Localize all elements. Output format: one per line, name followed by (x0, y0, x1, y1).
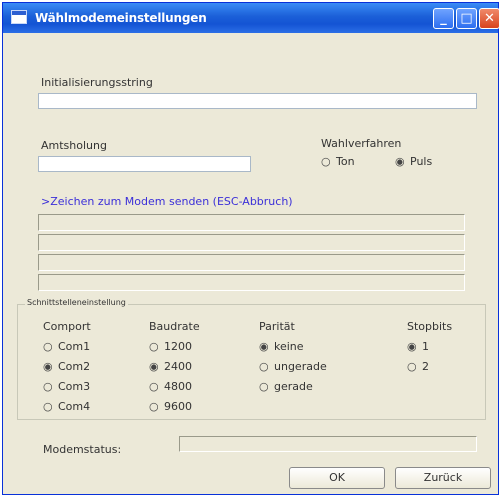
comport-option-com1[interactable]: ○ Com1 (43, 340, 90, 353)
baud-option-4800[interactable]: ○ 4800 (149, 380, 192, 393)
parity-option-gerade[interactable]: ○ gerade (259, 380, 313, 393)
radio-selected-icon: ◉ (149, 360, 159, 373)
modem-status-field (179, 436, 477, 452)
radio-unselected-icon: ○ (321, 155, 331, 168)
init-string-label: Initialisierungsstring (41, 76, 153, 89)
radio-unselected-icon: ○ (149, 340, 159, 353)
modem-status-label: Modemstatus: (43, 443, 122, 456)
close-button[interactable]: ✕ (479, 8, 500, 29)
modem-settings-window: Wählmodemeinstellungen _ □ ✕ Initialisie… (2, 2, 500, 495)
parity-label: Parität (259, 320, 295, 333)
baud-option-1200[interactable]: ○ 1200 (149, 340, 192, 353)
serial-settings-title: Schnittstelleneinstellung (25, 298, 128, 307)
baudrate-label: Baudrate (149, 320, 200, 333)
amtsholung-input[interactable] (38, 156, 251, 172)
modem-output-line (38, 234, 465, 251)
radio-selected-icon: ◉ (395, 155, 405, 168)
radio-unselected-icon: ○ (149, 380, 159, 393)
baud-option-9600[interactable]: ○ 9600 (149, 400, 192, 413)
radio-unselected-icon: ○ (259, 380, 269, 393)
maximize-button[interactable]: □ (456, 8, 477, 29)
modem-output-line (38, 254, 465, 271)
window-title: Wählmodemeinstellungen (35, 11, 207, 25)
dial-option-puls[interactable]: ◉ Puls (395, 155, 432, 168)
minimize-button[interactable]: _ (433, 8, 454, 29)
comport-label: Comport (43, 320, 91, 333)
ok-button[interactable]: OK (289, 467, 385, 489)
title-bar[interactable]: Wählmodemeinstellungen _ □ ✕ (3, 3, 500, 33)
stopbits-label: Stopbits (407, 320, 453, 333)
dial-option-ton[interactable]: ○ Ton (321, 155, 355, 168)
dial-method-label: Wahlverfahren (321, 137, 402, 150)
radio-selected-icon: ◉ (259, 340, 269, 353)
radio-unselected-icon: ○ (149, 400, 159, 413)
amtsholung-label: Amtsholung (41, 139, 107, 152)
back-button[interactable]: Zurück (395, 467, 491, 489)
init-string-input[interactable] (38, 93, 477, 109)
stopbits-option-1[interactable]: ◉ 1 (407, 340, 429, 353)
stopbits-option-2[interactable]: ○ 2 (407, 360, 429, 373)
radio-unselected-icon: ○ (43, 400, 53, 413)
modem-output-line (38, 274, 465, 291)
radio-unselected-icon: ○ (43, 340, 53, 353)
radio-selected-icon: ◉ (407, 340, 417, 353)
radio-unselected-icon: ○ (259, 360, 269, 373)
comport-option-com2[interactable]: ◉ Com2 (43, 360, 90, 373)
modem-output-line (38, 214, 465, 231)
parity-option-ungerade[interactable]: ○ ungerade (259, 360, 327, 373)
send-to-modem-label: >Zeichen zum Modem senden (ESC-Abbruch) (41, 195, 293, 208)
parity-option-keine[interactable]: ◉ keine (259, 340, 304, 353)
comport-option-com3[interactable]: ○ Com3 (43, 380, 90, 393)
baud-option-2400[interactable]: ◉ 2400 (149, 360, 192, 373)
radio-unselected-icon: ○ (407, 360, 417, 373)
radio-selected-icon: ◉ (43, 360, 53, 373)
radio-unselected-icon: ○ (43, 380, 53, 393)
comport-option-com4[interactable]: ○ Com4 (43, 400, 90, 413)
window-icon (11, 10, 27, 24)
